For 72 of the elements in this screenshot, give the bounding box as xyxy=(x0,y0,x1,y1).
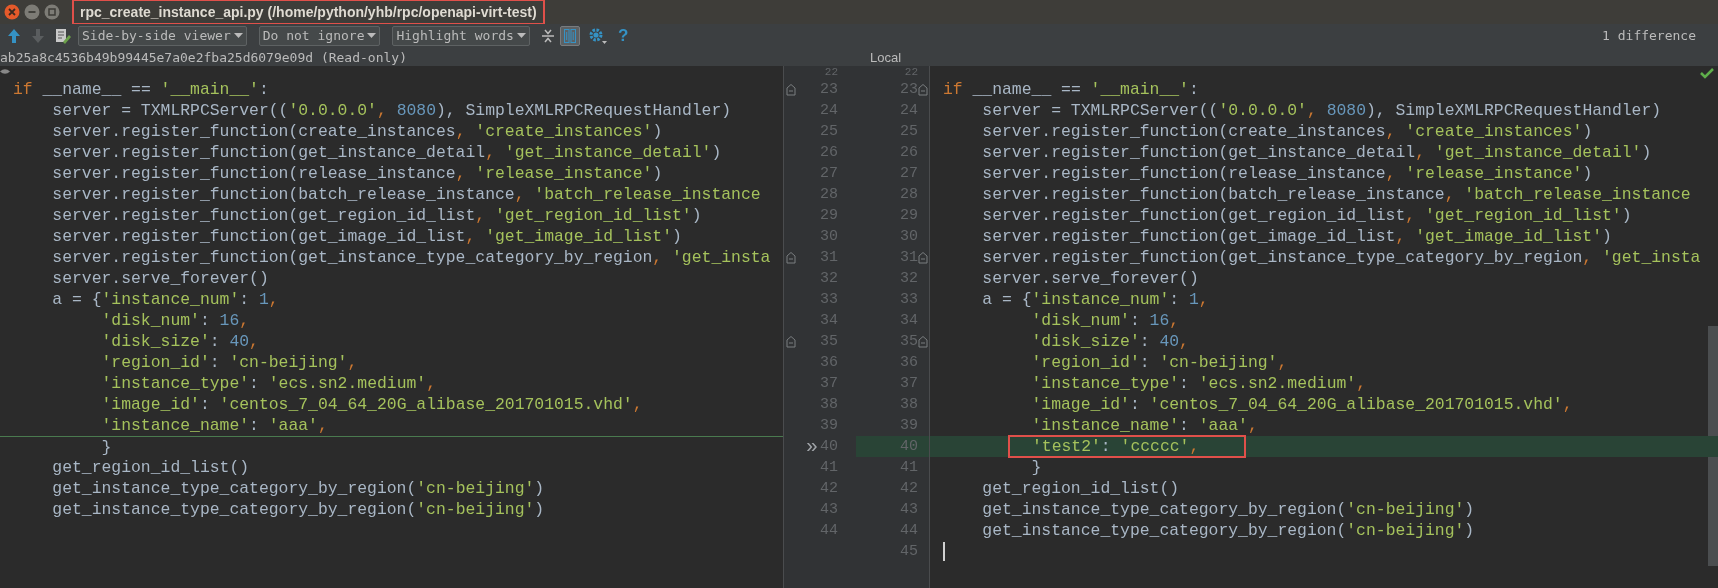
insert-marker[interactable]: » xyxy=(805,436,818,457)
code-line: server.register_function(release_instance, 'release_instance') xyxy=(981,163,1593,184)
code-line: a = {'instance_num': 1, xyxy=(51,289,279,310)
edit-icon[interactable] xyxy=(54,27,72,45)
code-line: 'image_id': 'centos_7_04_64_20G_alibase_201701015.vhd', xyxy=(100,394,643,415)
fold-marker-icon[interactable] xyxy=(786,335,796,348)
code-line: } xyxy=(1030,457,1042,478)
code-line: server = TXMLRPCServer(('0.0.0.0', 8080), SimpleXMLRPCRequestHandler) xyxy=(51,100,732,121)
code-line: server.register_function(get_region_id_list, 'get_region_id_list') xyxy=(981,205,1632,226)
code-line: server.register_function(batch_release_instance, 'batch_release_instance xyxy=(981,184,1691,205)
dropdown[interactable]: Highlight words xyxy=(392,26,530,46)
code-line: get_instance_type_category_by_region('cn-beijing') xyxy=(51,478,545,499)
caret-icon xyxy=(516,33,526,39)
code-line: server.register_function(get_instance_type_category_by_region, 'get_insta xyxy=(51,247,771,268)
caret-icon xyxy=(367,33,377,39)
line-number: 40 xyxy=(900,438,918,455)
close-icon[interactable] xyxy=(4,4,20,20)
window-title: rpc_create_instance_api.py (/home/python/yhb/rpc/openapi-virt-test) xyxy=(74,1,543,23)
code-line: a = {'instance_num': 1, xyxy=(981,289,1209,310)
code-line: 'instance_type': 'ecs.sn2.medium', xyxy=(1030,373,1366,394)
settings-icon[interactable] xyxy=(587,27,608,45)
caret-icon xyxy=(233,33,243,39)
code-line: 'region_id': 'cn-beijing', xyxy=(1030,352,1288,373)
code-line: server.register_function(batch_release_instance, 'batch_release_instance xyxy=(51,184,761,205)
code-line: server.serve_forever() xyxy=(51,268,269,289)
code-line: get_region_id_list() xyxy=(981,478,1180,499)
code-line: 'test2': 'ccccc', xyxy=(1009,436,1246,457)
eye-icon xyxy=(0,68,10,75)
code-line: server.register_function(get_region_id_list, 'get_region_id_list') xyxy=(51,205,702,226)
fold-marker-icon[interactable] xyxy=(786,251,796,264)
code-line: 'disk_num': 16, xyxy=(100,310,250,331)
right-file-header: Local xyxy=(870,49,902,66)
collapse-icon[interactable] xyxy=(539,28,556,44)
code-line: get_instance_type_category_by_region('cn-beijing') xyxy=(981,499,1475,520)
code-line: server.register_function(create_instances, 'create_instances') xyxy=(981,121,1593,142)
check-icon xyxy=(1700,68,1714,80)
fold-marker-icon[interactable] xyxy=(918,251,928,264)
code-line: server.register_function(release_instance, 'release_instance') xyxy=(51,163,663,184)
code-line: } xyxy=(100,436,112,458)
left-file-header: ab25a8c4536b49b99445e7a0e2fba25d6079e09d (Read-only) xyxy=(0,49,408,66)
code-line: server.register_function(get_instance_detail, 'get_instance_detail') xyxy=(51,142,722,163)
fold-marker-icon[interactable] xyxy=(918,335,928,348)
code-line: 'instance_name': 'aaa', xyxy=(100,415,328,436)
code-line: if __name__ == '__main__': xyxy=(943,79,1199,100)
code-line: if __name__ == '__main__': xyxy=(13,79,269,100)
minimize-icon[interactable] xyxy=(24,4,40,20)
fold-marker-icon[interactable] xyxy=(918,83,928,96)
code-line: server.serve_forever() xyxy=(981,268,1199,289)
code-line: server.register_function(get_instance_type_category_by_region, 'get_insta xyxy=(981,247,1701,268)
code-line: 'disk_size': 40, xyxy=(100,331,259,352)
code-line: 'image_id': 'centos_7_04_64_20G_alibase_201701015.vhd', xyxy=(1030,394,1573,415)
maximize-icon[interactable] xyxy=(44,4,60,20)
sync-scroll-toggle[interactable] xyxy=(559,26,580,46)
code-line: 'disk_size': 40, xyxy=(1030,331,1189,352)
code-line: server = TXMLRPCServer(('0.0.0.0', 8080), SimpleXMLRPCRequestHandler) xyxy=(981,100,1662,121)
fold-marker-icon[interactable] xyxy=(786,83,796,96)
code-line: server.register_function(create_instances, 'create_instances') xyxy=(51,121,663,142)
code-line: 'instance_name': 'aaa', xyxy=(1030,415,1258,436)
code-line: server.register_function(get_instance_detail, 'get_instance_detail') xyxy=(981,142,1652,163)
code-line: 'region_id': 'cn-beijing', xyxy=(100,352,358,373)
dropdown[interactable]: Side-by-side viewer xyxy=(78,26,247,46)
code-line: get_region_id_list() xyxy=(51,457,250,478)
code-line: server.register_function(get_image_id_list, 'get_image_id_list') xyxy=(51,226,682,247)
code-line: get_instance_type_category_by_region('cn-beijing') xyxy=(51,499,545,520)
dropdown[interactable]: Do not ignore xyxy=(258,26,381,46)
code-line: get_instance_type_category_by_region('cn-beijing') xyxy=(981,520,1475,541)
help-button[interactable]: ? xyxy=(617,23,629,49)
scrollbar-thumb[interactable] xyxy=(1708,326,1718,566)
difference-count: 1 difference xyxy=(1602,27,1696,46)
code-line: 'disk_num': 16, xyxy=(1030,310,1180,331)
code-line: 'instance_type': 'ecs.sn2.medium', xyxy=(100,373,436,394)
code-line: server.register_function(get_image_id_list, 'get_image_id_list') xyxy=(981,226,1612,247)
